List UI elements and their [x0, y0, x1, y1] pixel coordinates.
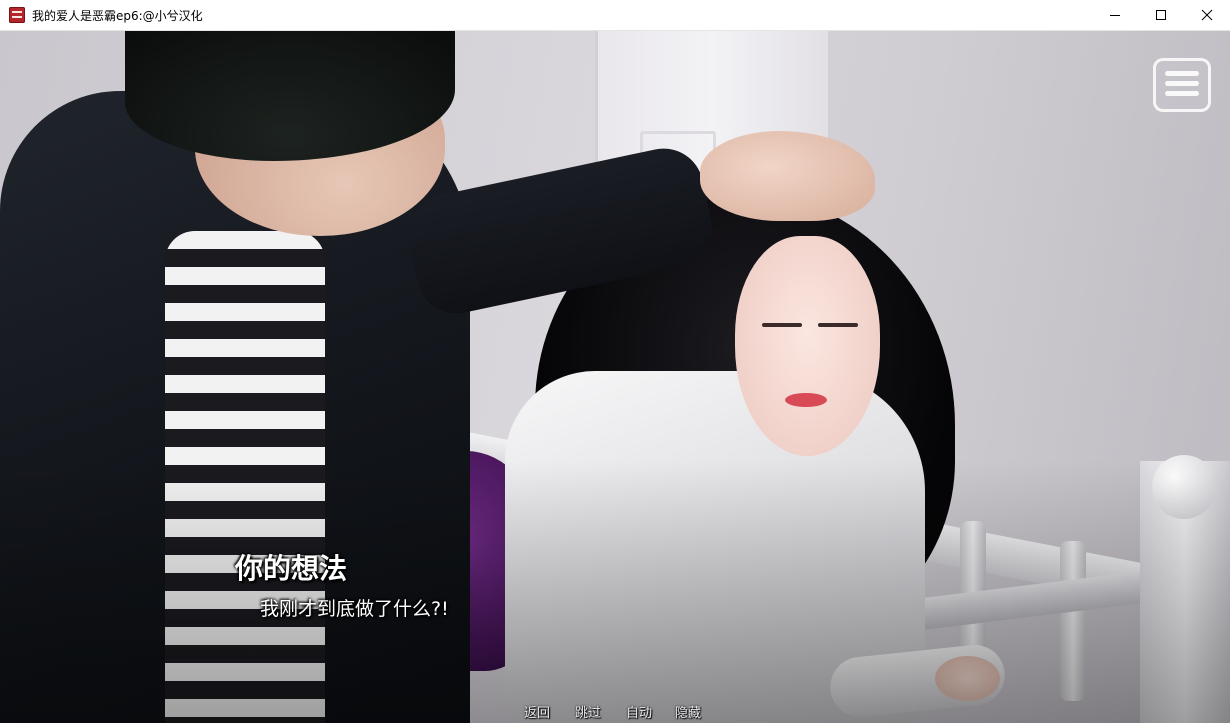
speaker-name: 你的想法 [235, 552, 348, 585]
close-icon [1201, 9, 1213, 21]
app-icon [9, 7, 25, 23]
dialogue-text: 我刚才到底做了什么?! [260, 598, 449, 620]
maximize-icon [1156, 10, 1166, 20]
minimize-button[interactable] [1092, 0, 1138, 30]
game-window: 我的爱人是恶霸ep6:@小兮汉化 你的想法 我刚才到底做了什么?! 返回 跳过 … [0, 0, 1230, 723]
hide-button[interactable]: 隐藏 [675, 702, 701, 721]
auto-button[interactable]: 自动 [626, 702, 652, 721]
title-bar: 我的爱人是恶霸ep6:@小兮汉化 [0, 0, 1230, 31]
vignette-overlay [0, 31, 1230, 723]
maximize-button[interactable] [1138, 0, 1184, 30]
game-scene[interactable]: 你的想法 我刚才到底做了什么?! 返回 跳过 自动 隐藏 [0, 31, 1230, 723]
skip-button[interactable]: 跳过 [575, 702, 601, 721]
minimize-icon [1110, 15, 1120, 16]
close-button[interactable] [1184, 0, 1230, 30]
window-title: 我的爱人是恶霸ep6:@小兮汉化 [32, 9, 203, 23]
game-menu-button[interactable] [1153, 58, 1211, 112]
back-button[interactable]: 返回 [524, 702, 550, 721]
